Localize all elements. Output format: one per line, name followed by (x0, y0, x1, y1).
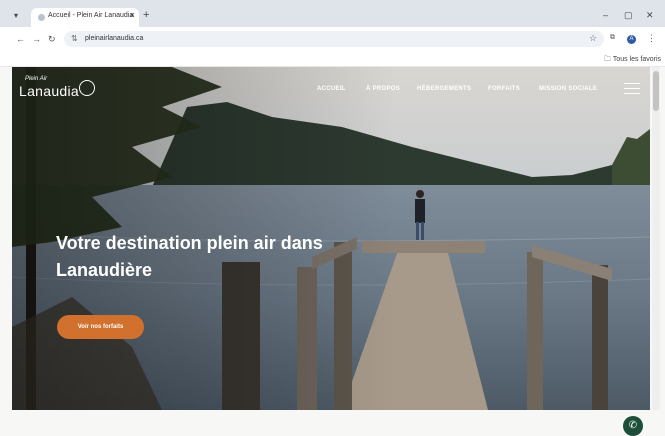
profile-avatar[interactable]: A (627, 35, 636, 44)
bookmarks-bar: 🗀 Tous les favoris (0, 51, 665, 67)
nav-forfaits[interactable]: FORFAITS (488, 86, 520, 92)
nav-a-propos[interactable]: À PROPOS (366, 86, 400, 92)
close-window-button[interactable]: ✕ (646, 10, 654, 21)
tab-strip: ▾ Accueil - Plein Air Lanaudia × + – ▢ ✕ (0, 0, 665, 27)
reload-icon[interactable]: ↻ (48, 34, 56, 45)
logo-wordmark: Lanaudia (19, 83, 80, 99)
scrollbar-thumb[interactable] (653, 71, 659, 111)
nav-hebergements[interactable]: HÉBERGEMENTS (417, 86, 471, 92)
browser-toolbar: ← → ↻ ⇅ pleinairlanaudia.ca ☆ ⧉ A ⋮ (0, 27, 665, 51)
tab-title: Accueil - Plein Air Lanaudia (48, 12, 134, 19)
minimize-button[interactable]: – (603, 10, 608, 20)
all-bookmarks-folder[interactable]: 🗀 Tous les favoris (604, 55, 661, 66)
forward-icon[interactable]: → (32, 34, 41, 44)
url-text[interactable]: pleinairlanaudia.ca (85, 35, 143, 42)
logo-tagline: Plein Air (25, 76, 48, 82)
voir-forfaits-button[interactable]: Voir nos forfaits (57, 315, 144, 339)
page-scrollbar[interactable] (652, 67, 660, 410)
new-tab-button[interactable]: + (143, 9, 149, 21)
nav-accueil[interactable]: ACCUEIL (317, 86, 346, 92)
menu-hamburger-icon[interactable] (624, 83, 640, 94)
browser-menu-icon[interactable]: ⋮ (647, 33, 656, 44)
nav-mission-sociale[interactable]: MISSION SOCIALE (539, 86, 597, 92)
site-info-icon[interactable]: ⇅ (71, 34, 78, 43)
bookmark-star-icon[interactable]: ☆ (589, 33, 597, 44)
hero-title: Votre destination plein air dans Lanaudi… (56, 233, 323, 280)
chat-icon[interactable]: ✆ (623, 416, 643, 436)
favicon-icon (38, 14, 45, 21)
restore-button[interactable]: ▢ (624, 10, 633, 21)
logo-mark-icon (79, 80, 95, 96)
back-icon[interactable]: ← (16, 34, 25, 44)
tab-search-icon[interactable]: ▾ (8, 9, 24, 23)
hero-section: Plein Air Lanaudia ACCUEIL À PROPOS HÉBE… (12, 67, 650, 410)
browser-window: ▾ Accueil - Plein Air Lanaudia × + – ▢ ✕… (0, 0, 665, 436)
page-viewport: Plein Air Lanaudia ACCUEIL À PROPOS HÉBE… (0, 67, 665, 436)
extensions-icon[interactable]: ⧉ (610, 34, 615, 42)
address-bar[interactable]: ⇅ pleinairlanaudia.ca (64, 31, 604, 47)
tab-close-icon[interactable]: × (130, 10, 135, 20)
tab-accueil[interactable]: Accueil - Plein Air Lanaudia × (31, 8, 139, 27)
